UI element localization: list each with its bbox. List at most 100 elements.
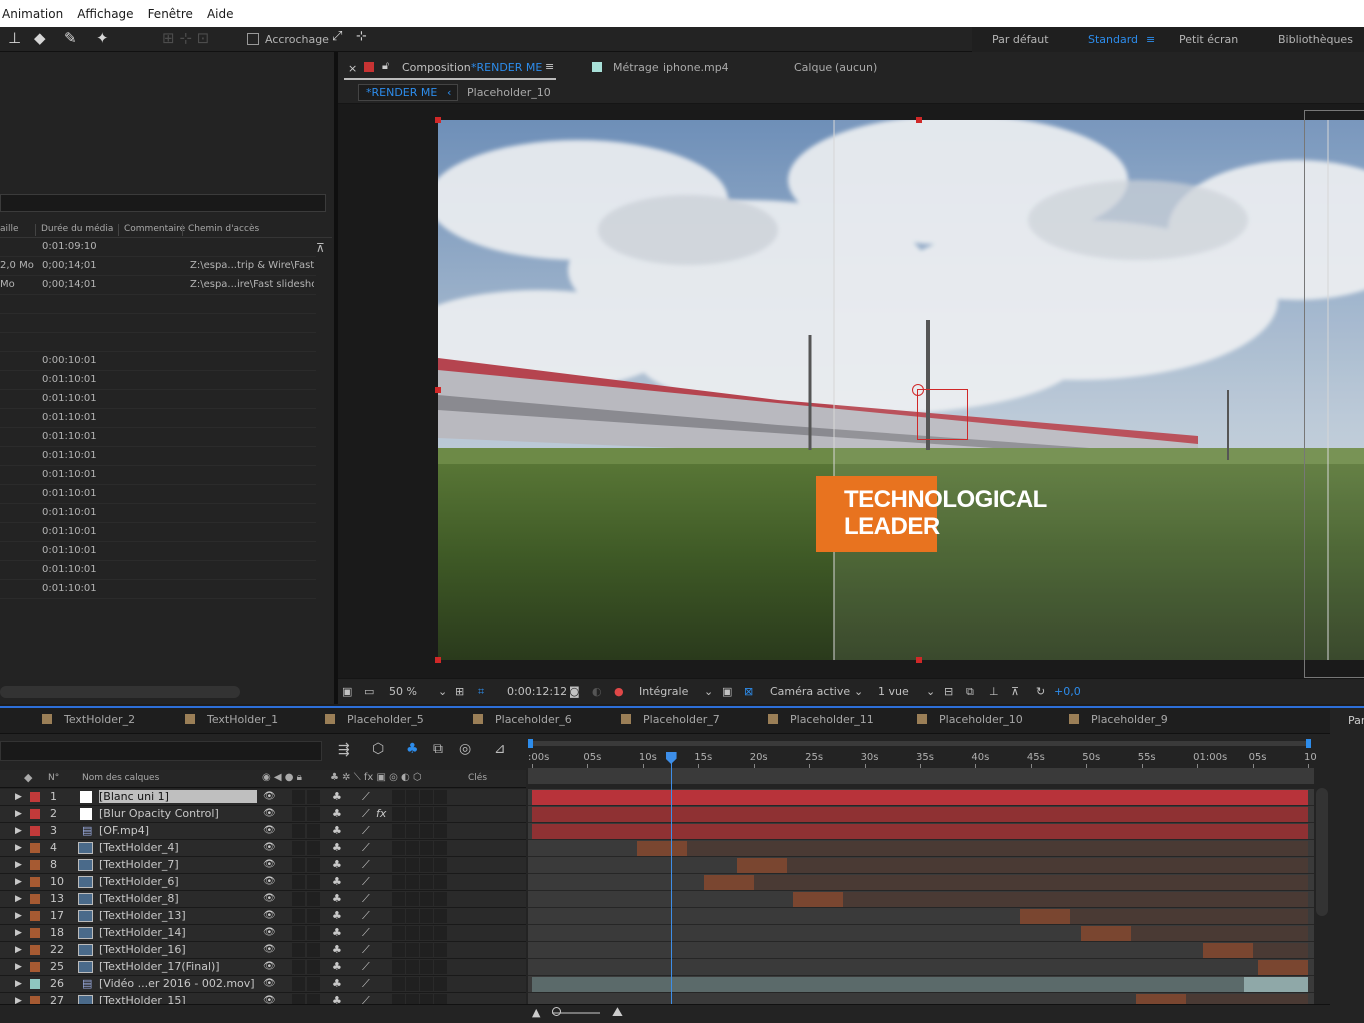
switch-cell[interactable] xyxy=(392,926,405,940)
switch-cell[interactable] xyxy=(434,824,447,838)
eye-icon[interactable]: 👁︎ xyxy=(263,961,276,972)
layer-name[interactable]: [Blanc uni 1] xyxy=(99,790,257,803)
switch-cell[interactable] xyxy=(406,858,419,872)
project-item-row[interactable]: Mo 0;00;14;01 Z:\espa...ire\Fast slidesho xyxy=(0,276,316,295)
switch-cell[interactable] xyxy=(392,790,405,804)
layer-duration-bar[interactable] xyxy=(703,875,1308,890)
switch-cell[interactable] xyxy=(307,875,320,889)
menu-animation[interactable]: Animation xyxy=(2,7,63,21)
layer-name[interactable]: [TextHolder_7] xyxy=(99,858,179,871)
shy-icon[interactable]: ♣ xyxy=(332,824,342,837)
exposure-value[interactable]: +0,0 xyxy=(1054,685,1081,698)
shy-icon[interactable]: ♣ xyxy=(332,790,342,803)
layer-color-label[interactable] xyxy=(30,826,40,836)
eye-icon[interactable]: 👁︎ xyxy=(263,978,276,989)
quality-icon[interactable]: ⟋ xyxy=(362,790,370,804)
reset-exposure-icon[interactable]: ↻ xyxy=(1036,685,1045,698)
project-item-row[interactable]: 0:00:10:01 xyxy=(0,352,316,371)
project-item-row[interactable]: 0:01:10:01 xyxy=(0,561,316,580)
project-item-row[interactable]: 0:01:10:01 xyxy=(0,580,316,599)
eye-icon[interactable]: 👁︎ xyxy=(263,893,276,904)
motion-blur-icon[interactable]: ◎ xyxy=(459,741,471,757)
timeline-tab[interactable]: Placeholder_9 xyxy=(1091,713,1168,726)
switch-cell[interactable] xyxy=(420,858,433,872)
switch-cell[interactable] xyxy=(292,977,305,991)
transform-handle[interactable] xyxy=(916,657,922,663)
switch-cell[interactable] xyxy=(420,960,433,974)
layer-row[interactable]: ▶ 22 [TextHolder_16] 👁︎ ♣ ⟋ xyxy=(0,942,526,959)
shy-icon[interactable]: ♣ xyxy=(332,858,342,871)
chevron-down-icon[interactable]: ⌄ xyxy=(438,685,447,698)
switch-cell[interactable] xyxy=(392,807,405,821)
work-area-end[interactable] xyxy=(1306,739,1311,748)
workspace-small-screen[interactable]: Petit écran xyxy=(1179,33,1238,46)
eye-icon[interactable]: 👁︎ xyxy=(263,859,276,870)
layer-duration-bar[interactable] xyxy=(532,790,1308,805)
switch-cell[interactable] xyxy=(307,977,320,991)
switch-cell[interactable] xyxy=(434,858,447,872)
col-size[interactable]: aille xyxy=(0,224,19,234)
switch-cell[interactable] xyxy=(292,790,305,804)
switch-cell[interactable] xyxy=(392,960,405,974)
layer-duration-bar[interactable] xyxy=(637,841,1308,856)
workspace-menu-icon[interactable]: ≡ xyxy=(1146,33,1155,46)
fast-preview-icon[interactable]: ⧉ xyxy=(966,685,974,699)
layer-color-label[interactable] xyxy=(30,979,40,989)
switch-cell[interactable] xyxy=(434,977,447,991)
quality-icon[interactable]: ⟋ xyxy=(362,875,370,889)
composition-mini-flowchart-icon[interactable]: ⇶ xyxy=(338,742,350,758)
expand-arrow-icon[interactable]: ▶ xyxy=(15,826,22,836)
work-area-start[interactable] xyxy=(528,739,533,748)
transform-handle[interactable] xyxy=(916,117,922,123)
transform-handle[interactable] xyxy=(435,387,441,393)
eraser-tool-icon[interactable]: ◆ xyxy=(34,29,46,47)
layer-row[interactable]: ▶ 18 [TextHolder_14] 👁︎ ♣ ⟋ xyxy=(0,925,526,942)
layer-color-label[interactable] xyxy=(30,894,40,904)
switch-cell[interactable] xyxy=(434,841,447,855)
layer-in-point-highlight[interactable] xyxy=(792,892,843,907)
switch-cell[interactable] xyxy=(434,875,447,889)
composition-tab-label[interactable]: Composition xyxy=(402,61,471,74)
switch-cell[interactable] xyxy=(392,943,405,957)
layer-row[interactable]: ▶ 26 ▤ [Vidéo ...er 2016 - 002.mov] 👁︎ ♣ ⟋ xyxy=(0,976,526,993)
expand-arrow-icon[interactable]: ▶ xyxy=(15,911,22,921)
layer-name[interactable]: [TextHolder_6] xyxy=(99,875,179,888)
project-item-row[interactable]: 0:01:10:01 xyxy=(0,390,316,409)
layer-duration-bar[interactable] xyxy=(1258,960,1309,975)
expand-arrow-icon[interactable]: ▶ xyxy=(15,792,22,802)
timeline-tab[interactable]: TextHolder_2 xyxy=(64,713,135,726)
switch-cell[interactable] xyxy=(406,909,419,923)
mask-visibility-icon[interactable]: ⌗ xyxy=(478,685,484,699)
switch-cell[interactable] xyxy=(292,824,305,838)
shy-icon[interactable]: ♣ xyxy=(332,960,342,973)
eye-icon[interactable]: 👁︎ xyxy=(263,825,276,836)
workspace-libraries[interactable]: Bibliothèques xyxy=(1278,33,1353,46)
switch-cell[interactable] xyxy=(406,841,419,855)
shy-icon[interactable]: ♣ xyxy=(332,943,342,956)
quality-icon[interactable]: ⟋ xyxy=(362,841,370,855)
toggle-pixel-aspect-icon[interactable]: ⊟ xyxy=(944,685,953,698)
switch-cell[interactable] xyxy=(392,875,405,889)
project-item-row[interactable] xyxy=(0,333,316,352)
layer-color-label[interactable] xyxy=(30,792,40,802)
switch-cell[interactable] xyxy=(307,892,320,906)
eye-icon[interactable]: 👁︎ xyxy=(263,791,276,802)
eye-icon[interactable]: 👁︎ xyxy=(263,910,276,921)
layer-duration-bar[interactable] xyxy=(532,977,1308,992)
switch-cell[interactable] xyxy=(406,790,419,804)
layer-in-point-highlight[interactable] xyxy=(737,858,788,873)
col-keys[interactable]: Clés xyxy=(468,773,487,783)
switch-cell[interactable] xyxy=(392,892,405,906)
transform-handle[interactable] xyxy=(435,657,441,663)
frame-blending-icon[interactable]: ⧉ xyxy=(433,741,443,757)
col-comment[interactable]: Commentaire xyxy=(124,224,185,234)
time-ruler[interactable]: :00s 05s 10s 15s 20s 25s 30s 35s 40s 45s 50s 55s 01:… xyxy=(528,739,1317,784)
project-item-row[interactable]: 0:01:10:01 xyxy=(0,542,316,561)
switch-cell[interactable] xyxy=(307,909,320,923)
roto-brush-icon[interactable]: ✎ xyxy=(64,29,77,47)
lock-icon[interactable]: 🔓︎ xyxy=(382,59,389,73)
switch-cell[interactable] xyxy=(392,909,405,923)
switch-cell[interactable] xyxy=(406,807,419,821)
quality-icon[interactable]: ⟋ xyxy=(362,858,370,872)
menu-help[interactable]: Aide xyxy=(207,7,234,21)
